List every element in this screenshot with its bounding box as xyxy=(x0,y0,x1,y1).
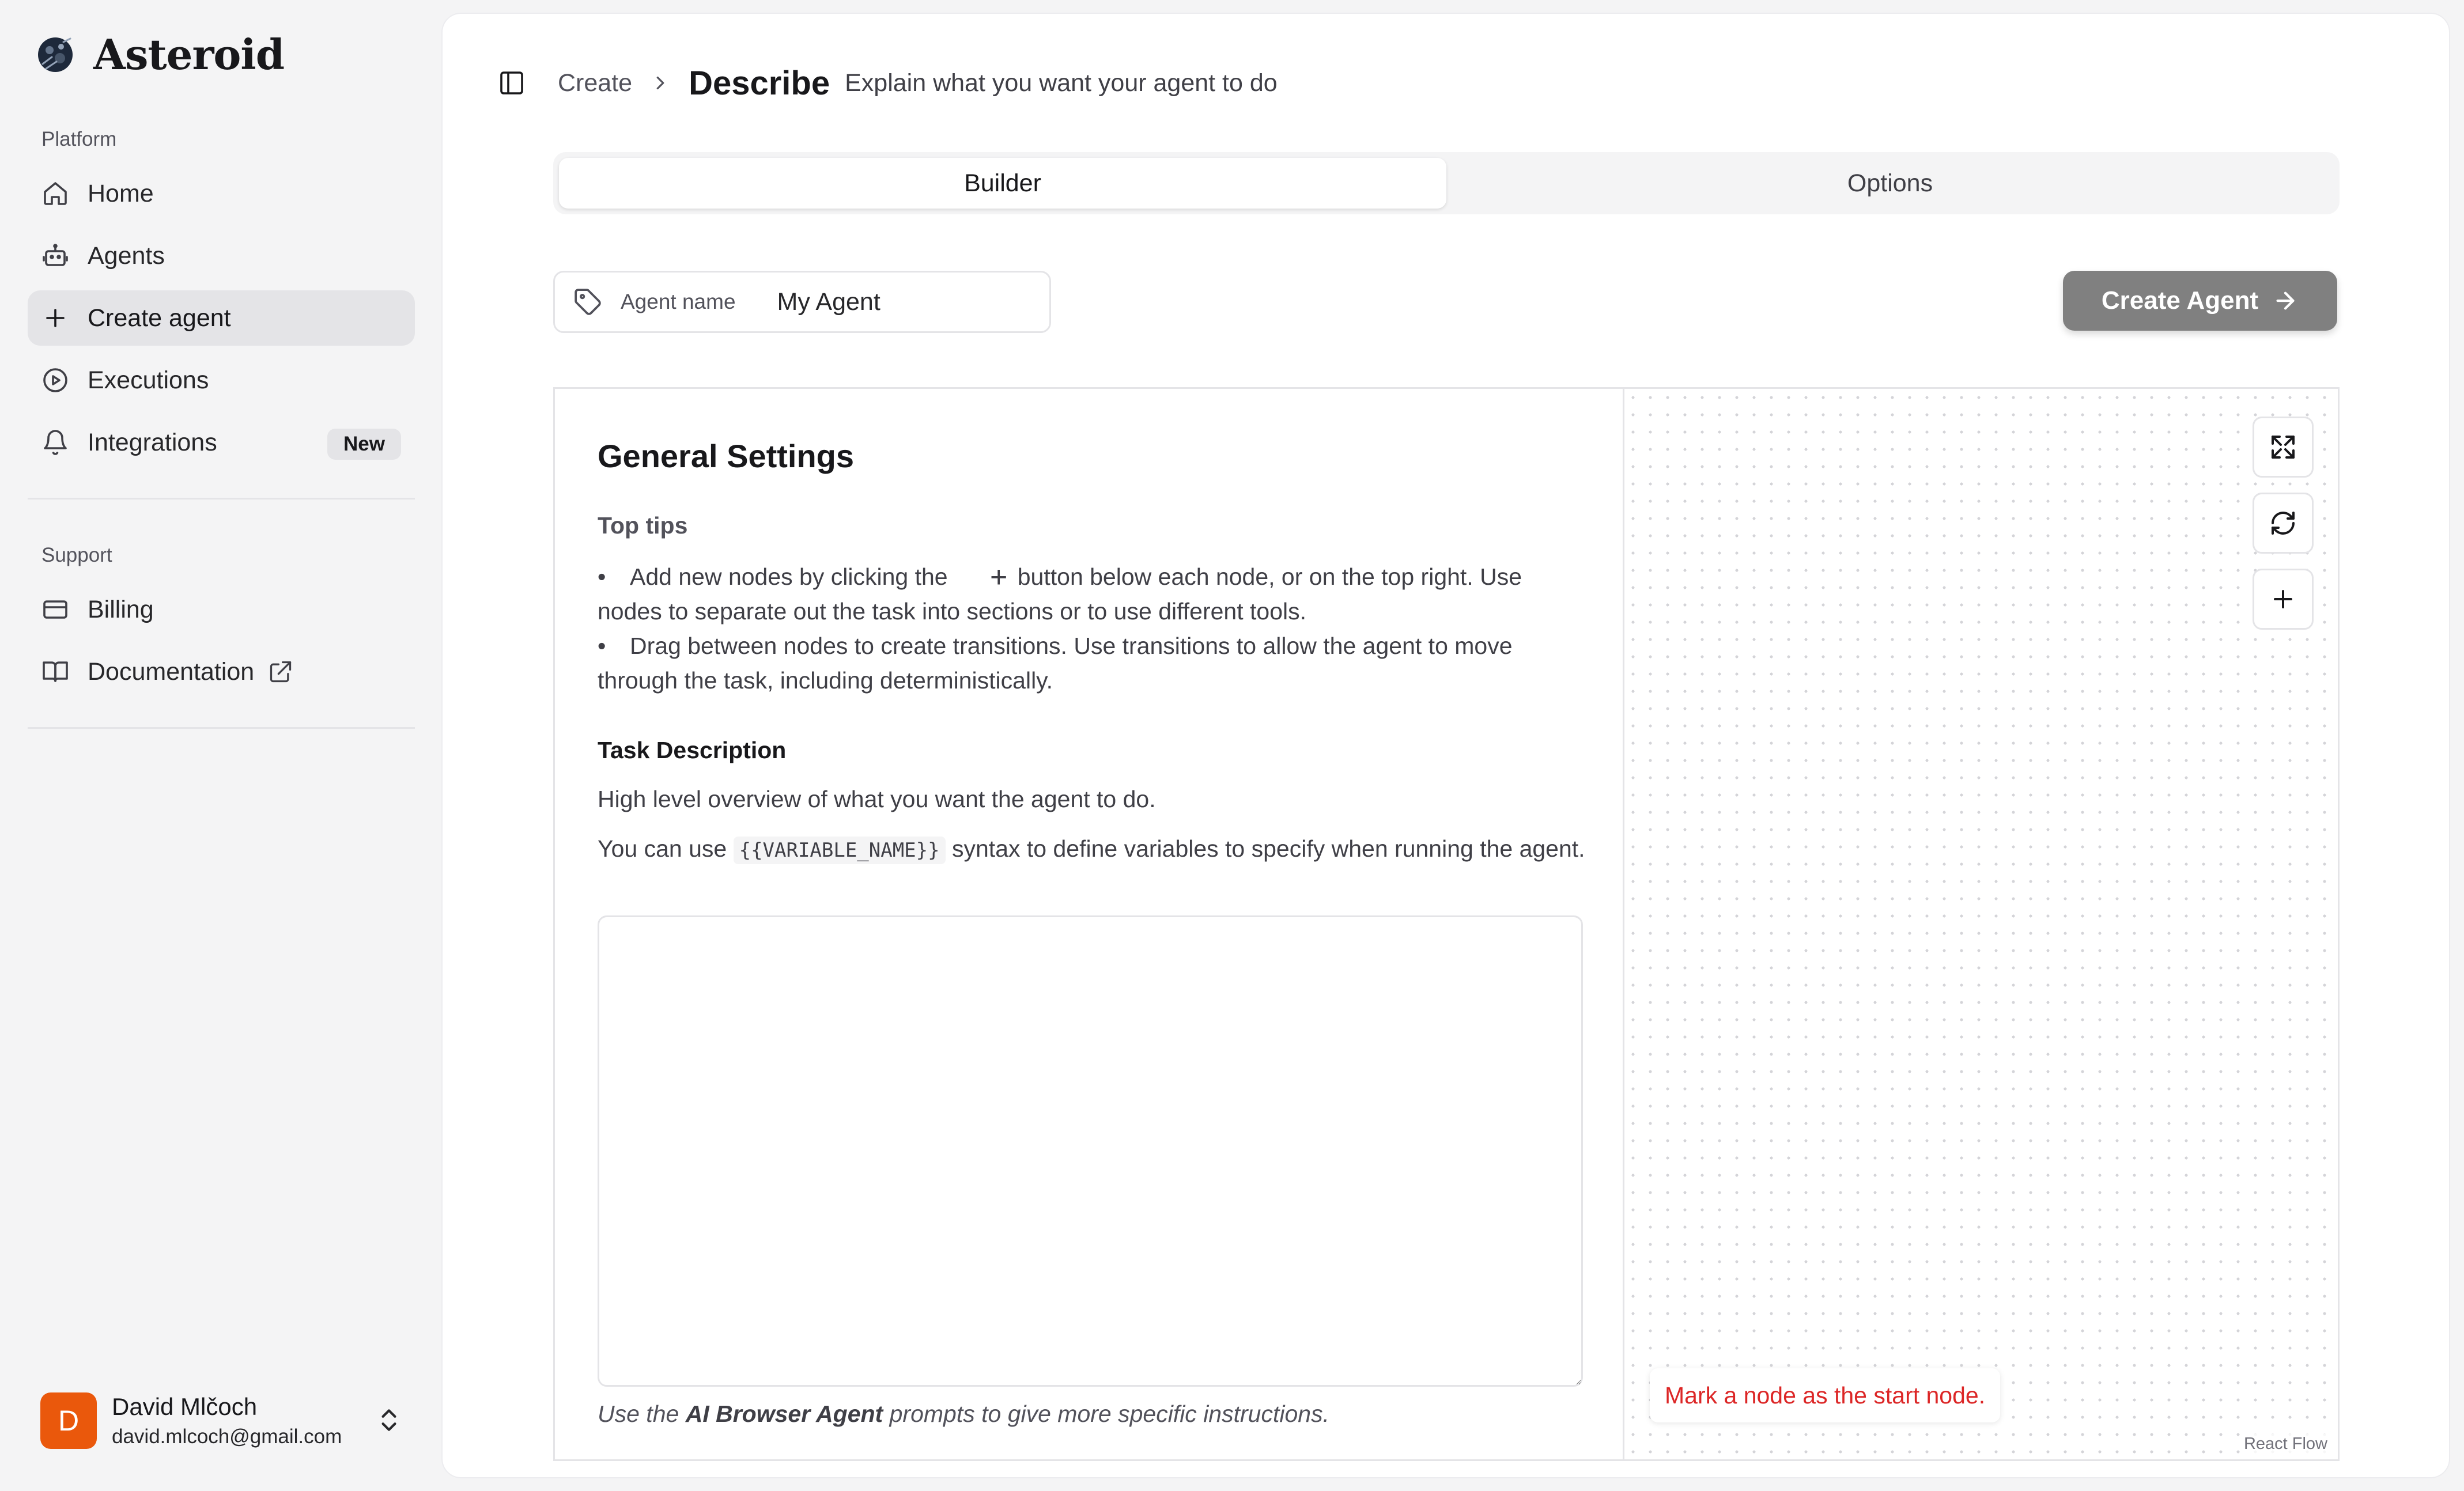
create-agent-label: Create Agent xyxy=(2101,286,2259,315)
asteroid-logo-icon xyxy=(38,37,73,72)
bell-icon xyxy=(44,430,67,455)
agent-name-input[interactable] xyxy=(777,287,1031,316)
sidebar-item-home[interactable]: Home xyxy=(28,166,415,221)
arrow-right-icon xyxy=(2276,292,2295,310)
sidebar-item-create-agent[interactable]: Create agent xyxy=(28,290,415,346)
avatar: D xyxy=(40,1392,97,1449)
bot-icon xyxy=(43,244,68,266)
tag-icon xyxy=(575,289,601,315)
top-tips-heading: Top tips xyxy=(598,512,688,539)
agent-name-field: Agent name xyxy=(553,271,1051,333)
sidebar-item-integrations[interactable]: Integrations New xyxy=(28,415,415,470)
page-description: Explain what you want your agent to do xyxy=(845,69,1278,97)
user-menu[interactable]: D David Mlčoch david.mlcoch@gmail.com xyxy=(40,1391,403,1451)
sidebar-item-billing[interactable]: Billing xyxy=(28,582,415,637)
support-section-label: Support xyxy=(41,544,112,566)
platform-section-label: Platform xyxy=(41,128,117,150)
sidebar-item-label: Home xyxy=(88,179,154,207)
user-email: david.mlcoch@gmail.com xyxy=(112,1425,342,1448)
chevron-right-icon xyxy=(656,76,664,90)
credit-card-icon xyxy=(43,600,67,619)
flow-canvas[interactable]: Mark a node as the start node. React Flo… xyxy=(1624,389,2338,1459)
sidebar-toggle-icon[interactable] xyxy=(498,69,526,97)
variable-syntax-code: {{VARIABLE_NAME}} xyxy=(733,837,946,864)
sidebar-item-label: Executions xyxy=(88,366,209,394)
sidebar-item-executions[interactable]: Executions xyxy=(28,353,415,408)
sidebar-item-label: Integrations xyxy=(88,428,217,456)
task-overview-text: High level overview of what you want the… xyxy=(598,786,1156,812)
sidebar-item-documentation[interactable]: Documentation xyxy=(28,644,415,699)
plus-icon: + xyxy=(989,561,1008,594)
new-badge: New xyxy=(327,429,401,460)
home-icon xyxy=(44,182,67,205)
agent-name-label: Agent name xyxy=(621,290,736,313)
create-agent-button[interactable]: Create Agent xyxy=(2063,271,2337,331)
breadcrumb-create[interactable]: Create xyxy=(558,69,632,97)
book-icon xyxy=(43,661,68,682)
ai-browser-agent-link: AI Browser Agent xyxy=(685,1401,883,1427)
refresh-layout-button[interactable] xyxy=(2253,493,2314,554)
tab-builder[interactable]: Builder xyxy=(559,158,1446,209)
settings-title: General Settings xyxy=(598,438,855,474)
prompt-hint: Use the AI Browser Agent prompts to give… xyxy=(598,1401,1329,1427)
agent-builder-workspace: General Settings Top tips Add new nodes … xyxy=(553,387,2340,1461)
sidebar-item-label: Documentation xyxy=(88,657,255,686)
general-settings-panel: General Settings Top tips Add new nodes … xyxy=(555,389,1624,1459)
task-description-heading: Task Description xyxy=(598,737,787,763)
sidebar-divider xyxy=(28,727,415,729)
tip-item: Add new nodes by clicking the + button b… xyxy=(598,559,1571,629)
play-circle-icon xyxy=(43,368,67,392)
refresh-icon xyxy=(2272,512,2295,535)
main-panel: Create Describe Explain what you want yo… xyxy=(443,14,2449,1477)
sidebar-item-label: Create agent xyxy=(88,304,231,332)
user-info: David Mlčoch david.mlcoch@gmail.com xyxy=(112,1393,342,1448)
sidebar-item-label: Billing xyxy=(88,595,154,623)
add-node-icon xyxy=(2274,590,2292,608)
builder-options-tabs: Builder Options xyxy=(553,152,2340,214)
react-flow-attribution[interactable]: React Flow xyxy=(2240,1433,2331,1455)
brand-name: Asteroid xyxy=(93,30,285,79)
sidebar-item-agents[interactable]: Agents xyxy=(28,228,415,283)
tip-item: Drag between nodes to create transitions… xyxy=(598,629,1571,698)
fit-view-button[interactable] xyxy=(2253,417,2314,478)
top-tips-list: Add new nodes by clicking the + button b… xyxy=(598,559,1571,698)
variables-help-text: You can use {{VARIABLE_NAME}} syntax to … xyxy=(598,831,1589,868)
sidebar-divider xyxy=(28,498,415,499)
sidebar: Asteroid Platform Home Agents Create age… xyxy=(0,0,441,1491)
external-link-icon xyxy=(270,661,292,683)
plus-icon xyxy=(46,309,65,327)
add-node-button[interactable] xyxy=(2253,569,2314,630)
start-node-warning: Mark a node as the start node. xyxy=(1650,1368,2001,1422)
sidebar-item-label: Agents xyxy=(88,241,165,270)
user-name: David Mlčoch xyxy=(112,1393,258,1420)
task-description-textarea[interactable] xyxy=(598,915,1583,1387)
breadcrumb: Create Describe Explain what you want yo… xyxy=(498,55,1278,111)
page-title: Describe xyxy=(689,64,830,102)
tab-options[interactable]: Options xyxy=(1446,158,2334,209)
brand[interactable]: Asteroid xyxy=(35,30,285,79)
fit-view-icon xyxy=(2272,436,2295,459)
chevrons-up-down-icon[interactable] xyxy=(375,1406,403,1435)
